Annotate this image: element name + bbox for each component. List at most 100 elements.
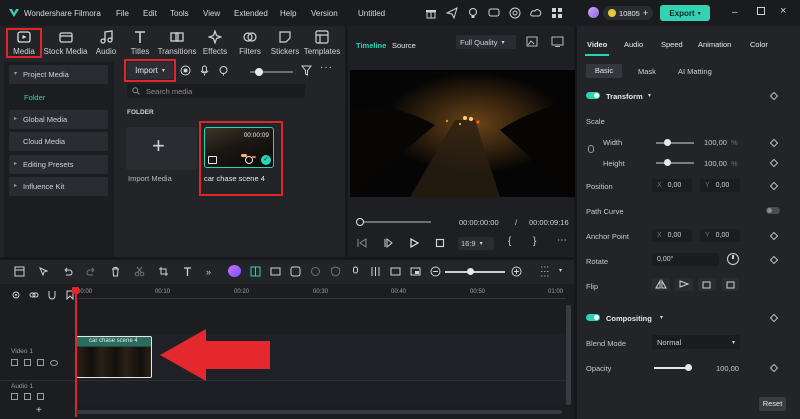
snapshot-icon[interactable] [526,36,538,47]
subtitle-icon[interactable] [390,266,401,277]
reset-button[interactable]: Reset [759,397,786,411]
tab-stock-media[interactable]: Stock Media [43,28,88,60]
credits-badge[interactable]: 10805 + [603,6,654,20]
split-screen-icon[interactable] [250,266,261,277]
timeline-zoom-slider[interactable] [445,268,505,275]
previous-frame-icon[interactable] [357,238,367,248]
video-preview[interactable] [350,70,575,197]
rotate-left-button[interactable] [698,278,716,291]
sidebar-item-editing-presets[interactable]: ▸ Editing Presets [9,155,108,174]
play-icon[interactable] [409,238,419,248]
height-slider[interactable] [656,159,694,166]
microphone-icon[interactable] [199,65,210,76]
undo-icon[interactable] [62,266,73,277]
tab-transitions[interactable]: Transitions [157,28,197,60]
zoom-out-icon[interactable] [430,266,441,277]
track-audio-icon[interactable] [24,393,31,400]
sidebar-item-cloud-media[interactable]: Cloud Media [9,132,108,151]
rotate-field[interactable]: 0,00° [652,253,719,266]
select-tool-icon[interactable] [38,266,49,277]
menu-version[interactable]: Version [311,9,338,18]
text-tool-icon[interactable] [182,266,193,277]
aspect-ratio-select[interactable]: 16:9 ▾ [458,237,494,250]
slider-knob[interactable] [664,159,671,166]
export-button[interactable]: Export ▾ [660,5,710,21]
tab-stickers[interactable]: Stickers [265,28,305,60]
subtab-ai-matting[interactable]: AI Matting [678,67,712,76]
speed-icon[interactable] [310,266,321,277]
menu-tools[interactable]: Tools [170,9,189,18]
menu-help[interactable]: Help [280,9,296,18]
timeline-clip[interactable]: car chase scene 4 [76,336,152,378]
track-lock-icon[interactable] [11,393,18,400]
close-icon[interactable]: × [780,5,786,17]
tab-timeline[interactable]: Timeline [356,41,386,50]
cut-icon[interactable] [134,266,145,277]
cloud-upload-icon[interactable] [530,7,542,19]
stop-icon[interactable] [435,238,445,248]
track-visibility-icon[interactable] [50,359,58,366]
audio-track-1[interactable] [76,380,566,404]
ai-smart-cut-icon[interactable] [290,266,301,277]
thumbnail-size-slider[interactable] [250,68,293,76]
add-track-icon[interactable]: + [36,405,42,416]
opacity-value[interactable]: 100,00 [716,364,739,373]
settings-icon[interactable] [11,290,21,300]
menu-file[interactable]: File [116,9,129,18]
display-settings-icon[interactable] [551,36,564,47]
lightbulb-icon[interactable] [467,7,479,19]
ai-copilot-icon[interactable] [228,265,241,277]
position-y-field[interactable]: Y 0,00 [700,179,740,192]
menu-extended[interactable]: Extended [234,9,268,18]
redo-icon[interactable] [86,266,97,277]
flip-horizontal-button[interactable] [652,278,670,291]
menu-view[interactable]: View [203,9,220,18]
opacity-slider[interactable] [654,364,692,371]
anchor-y-field[interactable]: Y 0,00 [700,229,740,242]
path-curve-toggle[interactable] [766,207,780,214]
prop-tab-animation[interactable]: Animation [698,40,731,49]
chevron-down-icon[interactable]: ▾ [559,267,562,274]
track-mute-icon[interactable] [37,359,44,366]
flip-vertical-button[interactable] [675,278,693,291]
link-clips-icon[interactable] [29,290,39,300]
sidebar-item-global-media[interactable]: ▸ Global Media [9,110,108,129]
maximize-icon[interactable] [757,7,765,15]
link-icon[interactable] [588,145,594,153]
audio-mixer-icon[interactable] [370,266,381,277]
track-mute-icon[interactable] [37,393,44,400]
rotate-right-button[interactable] [721,278,739,291]
timeline-horizontal-scrollbar[interactable] [76,410,562,414]
crop-icon[interactable] [158,266,169,277]
play-reverse-icon[interactable] [383,238,393,248]
support-icon[interactable] [509,7,521,19]
minimize-icon[interactable]: – [732,7,738,18]
scrubber-knob[interactable] [356,218,364,226]
height-value[interactable]: 100,00 [704,159,727,168]
chevron-down-icon[interactable]: ▾ [660,314,663,321]
expand-tools-icon[interactable]: » [206,267,211,277]
tab-effects[interactable]: Effects [195,28,235,60]
record-icon[interactable] [180,65,191,76]
slider-knob[interactable] [664,139,671,146]
shield-icon[interactable] [330,265,341,277]
slider-knob[interactable] [255,68,263,76]
timeline-vertical-scrollbar[interactable] [566,305,571,405]
track-lock-icon[interactable] [11,359,18,366]
mark-out-icon[interactable]: } [533,236,536,247]
quality-select[interactable]: Full Quality ▾ [456,35,516,49]
width-slider[interactable] [656,139,694,146]
slider-knob[interactable] [467,268,474,275]
width-value[interactable]: 100,00 [704,138,727,147]
subtab-basic[interactable]: Basic [586,64,622,78]
chevron-down-icon[interactable]: ▾ [648,92,651,99]
microphone-icon[interactable] [350,266,361,277]
zoom-in-icon[interactable] [511,266,522,277]
ai-voice-icon[interactable] [218,65,229,76]
mark-in-icon[interactable]: { [508,236,511,247]
layout-icon[interactable] [14,266,25,277]
tab-source[interactable]: Source [392,41,416,50]
prop-tab-audio[interactable]: Audio [624,40,643,49]
compositing-toggle[interactable] [586,314,600,321]
more-playback-icon[interactable]: ⋯ [557,235,567,246]
